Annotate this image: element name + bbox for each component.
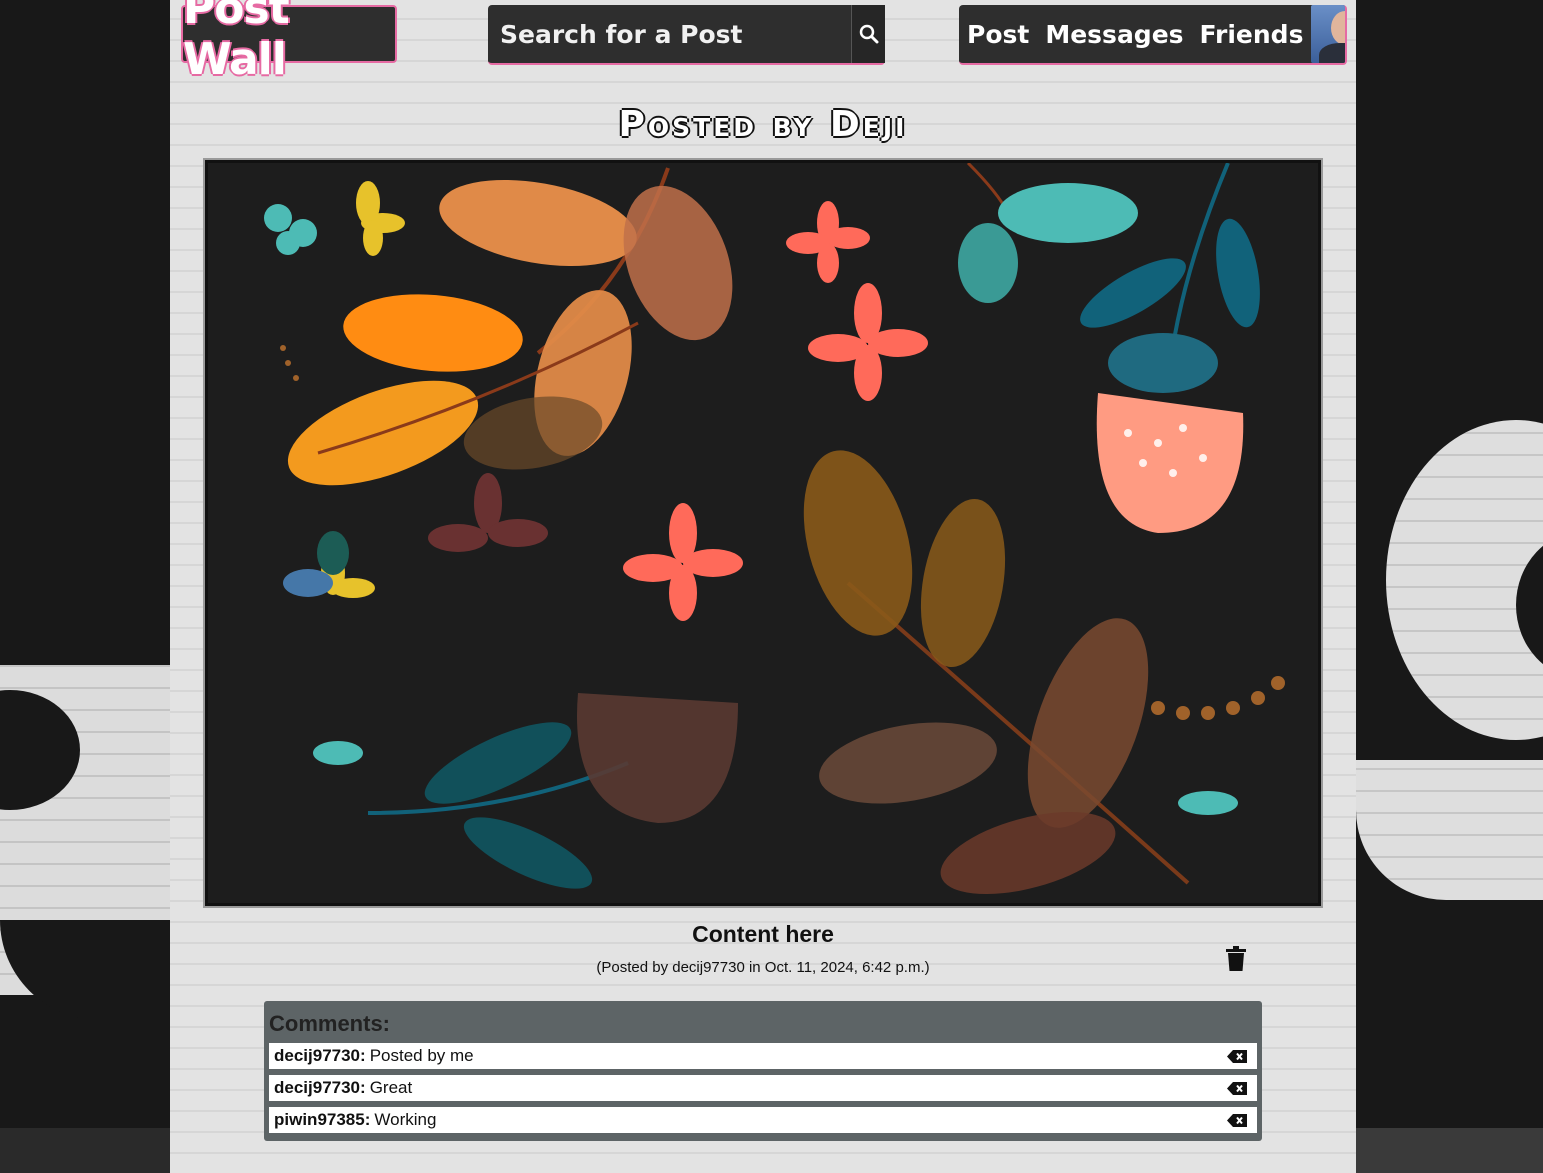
search-input[interactable] [488, 5, 851, 63]
page-title: Posted by Deji [618, 104, 908, 145]
backspace-icon[interactable] [1227, 1113, 1247, 1127]
comments-section: Comments: decij97730: Posted by me decij… [264, 1001, 1262, 1141]
main-wall: Post Wall Post Messages Friends Posted b… [170, 0, 1356, 1173]
site-logo[interactable]: Post Wall [181, 0, 397, 85]
background-left [0, 0, 170, 1173]
comment-user: decij97730: [274, 1078, 366, 1097]
nav-post-link[interactable]: Post [967, 20, 1029, 49]
comments-heading: Comments: [269, 1011, 391, 1036]
post-meta: (Posted by decij97730 in Oct. 11, 2024, … [596, 959, 930, 976]
search-button[interactable] [851, 5, 885, 63]
logo-text: Post Wall [183, 0, 290, 85]
search-icon [859, 24, 878, 44]
search-bar [488, 5, 885, 65]
post-image [205, 160, 1321, 906]
comment-user: piwin97385: [274, 1110, 371, 1129]
comment-text: Posted by me [369, 1046, 474, 1065]
comment-item: piwin97385: Working [269, 1107, 1257, 1133]
post-content: Content here [692, 921, 834, 947]
comment-text: Working [374, 1110, 437, 1129]
comment-item: decij97730: Great [269, 1075, 1257, 1101]
comment-user: decij97730: [274, 1046, 366, 1065]
comment-text: Great [369, 1078, 413, 1097]
avatar[interactable] [1311, 5, 1345, 63]
nav-friends-link[interactable]: Friends [1200, 20, 1304, 49]
background-right [1356, 0, 1543, 1173]
comment-item: decij97730: Posted by me [269, 1043, 1257, 1069]
backspace-icon[interactable] [1227, 1049, 1247, 1063]
main-nav: Post Messages Friends [959, 5, 1347, 65]
nav-messages-link[interactable]: Messages [1045, 20, 1183, 49]
trash-icon[interactable] [1225, 946, 1247, 972]
backspace-icon[interactable] [1227, 1081, 1247, 1095]
